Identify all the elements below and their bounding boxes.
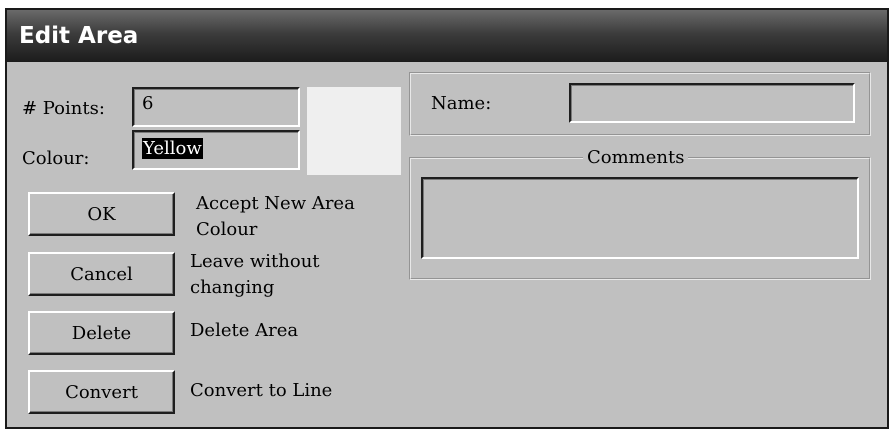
comments-legend: Comments (583, 148, 689, 168)
ok-description: Accept New Area Colour (196, 191, 355, 243)
comments-textarea[interactable] (421, 177, 859, 259)
ok-button[interactable]: OK (28, 192, 175, 236)
delete-description: Delete Area (190, 320, 299, 341)
ok-description-line1: Accept New Area (196, 193, 355, 214)
cancel-button[interactable]: Cancel (28, 252, 175, 296)
points-label: # Points: (22, 98, 105, 119)
window-title: Edit Area (19, 23, 139, 49)
edit-area-dialog: Edit Area # Points: 6 Colour: Yellow OK … (5, 8, 889, 429)
colour-value: Yellow (142, 138, 203, 159)
ok-description-line2: Colour (196, 219, 258, 240)
name-label: Name: (431, 93, 492, 114)
colour-label: Colour: (22, 148, 90, 169)
cancel-description-line1: Leave without (190, 251, 320, 272)
colour-field[interactable]: Yellow (132, 130, 300, 170)
cancel-description-line2: changing (190, 277, 275, 298)
delete-button[interactable]: Delete (28, 311, 175, 355)
convert-description: Convert to Line (190, 380, 333, 401)
cancel-description: Leave without changing (190, 249, 320, 301)
colour-swatch (307, 87, 401, 175)
points-field[interactable]: 6 (132, 87, 300, 127)
title-bar: Edit Area (7, 10, 887, 62)
name-input[interactable] (569, 83, 855, 123)
points-value: 6 (142, 93, 154, 114)
convert-button[interactable]: Convert (28, 370, 175, 414)
